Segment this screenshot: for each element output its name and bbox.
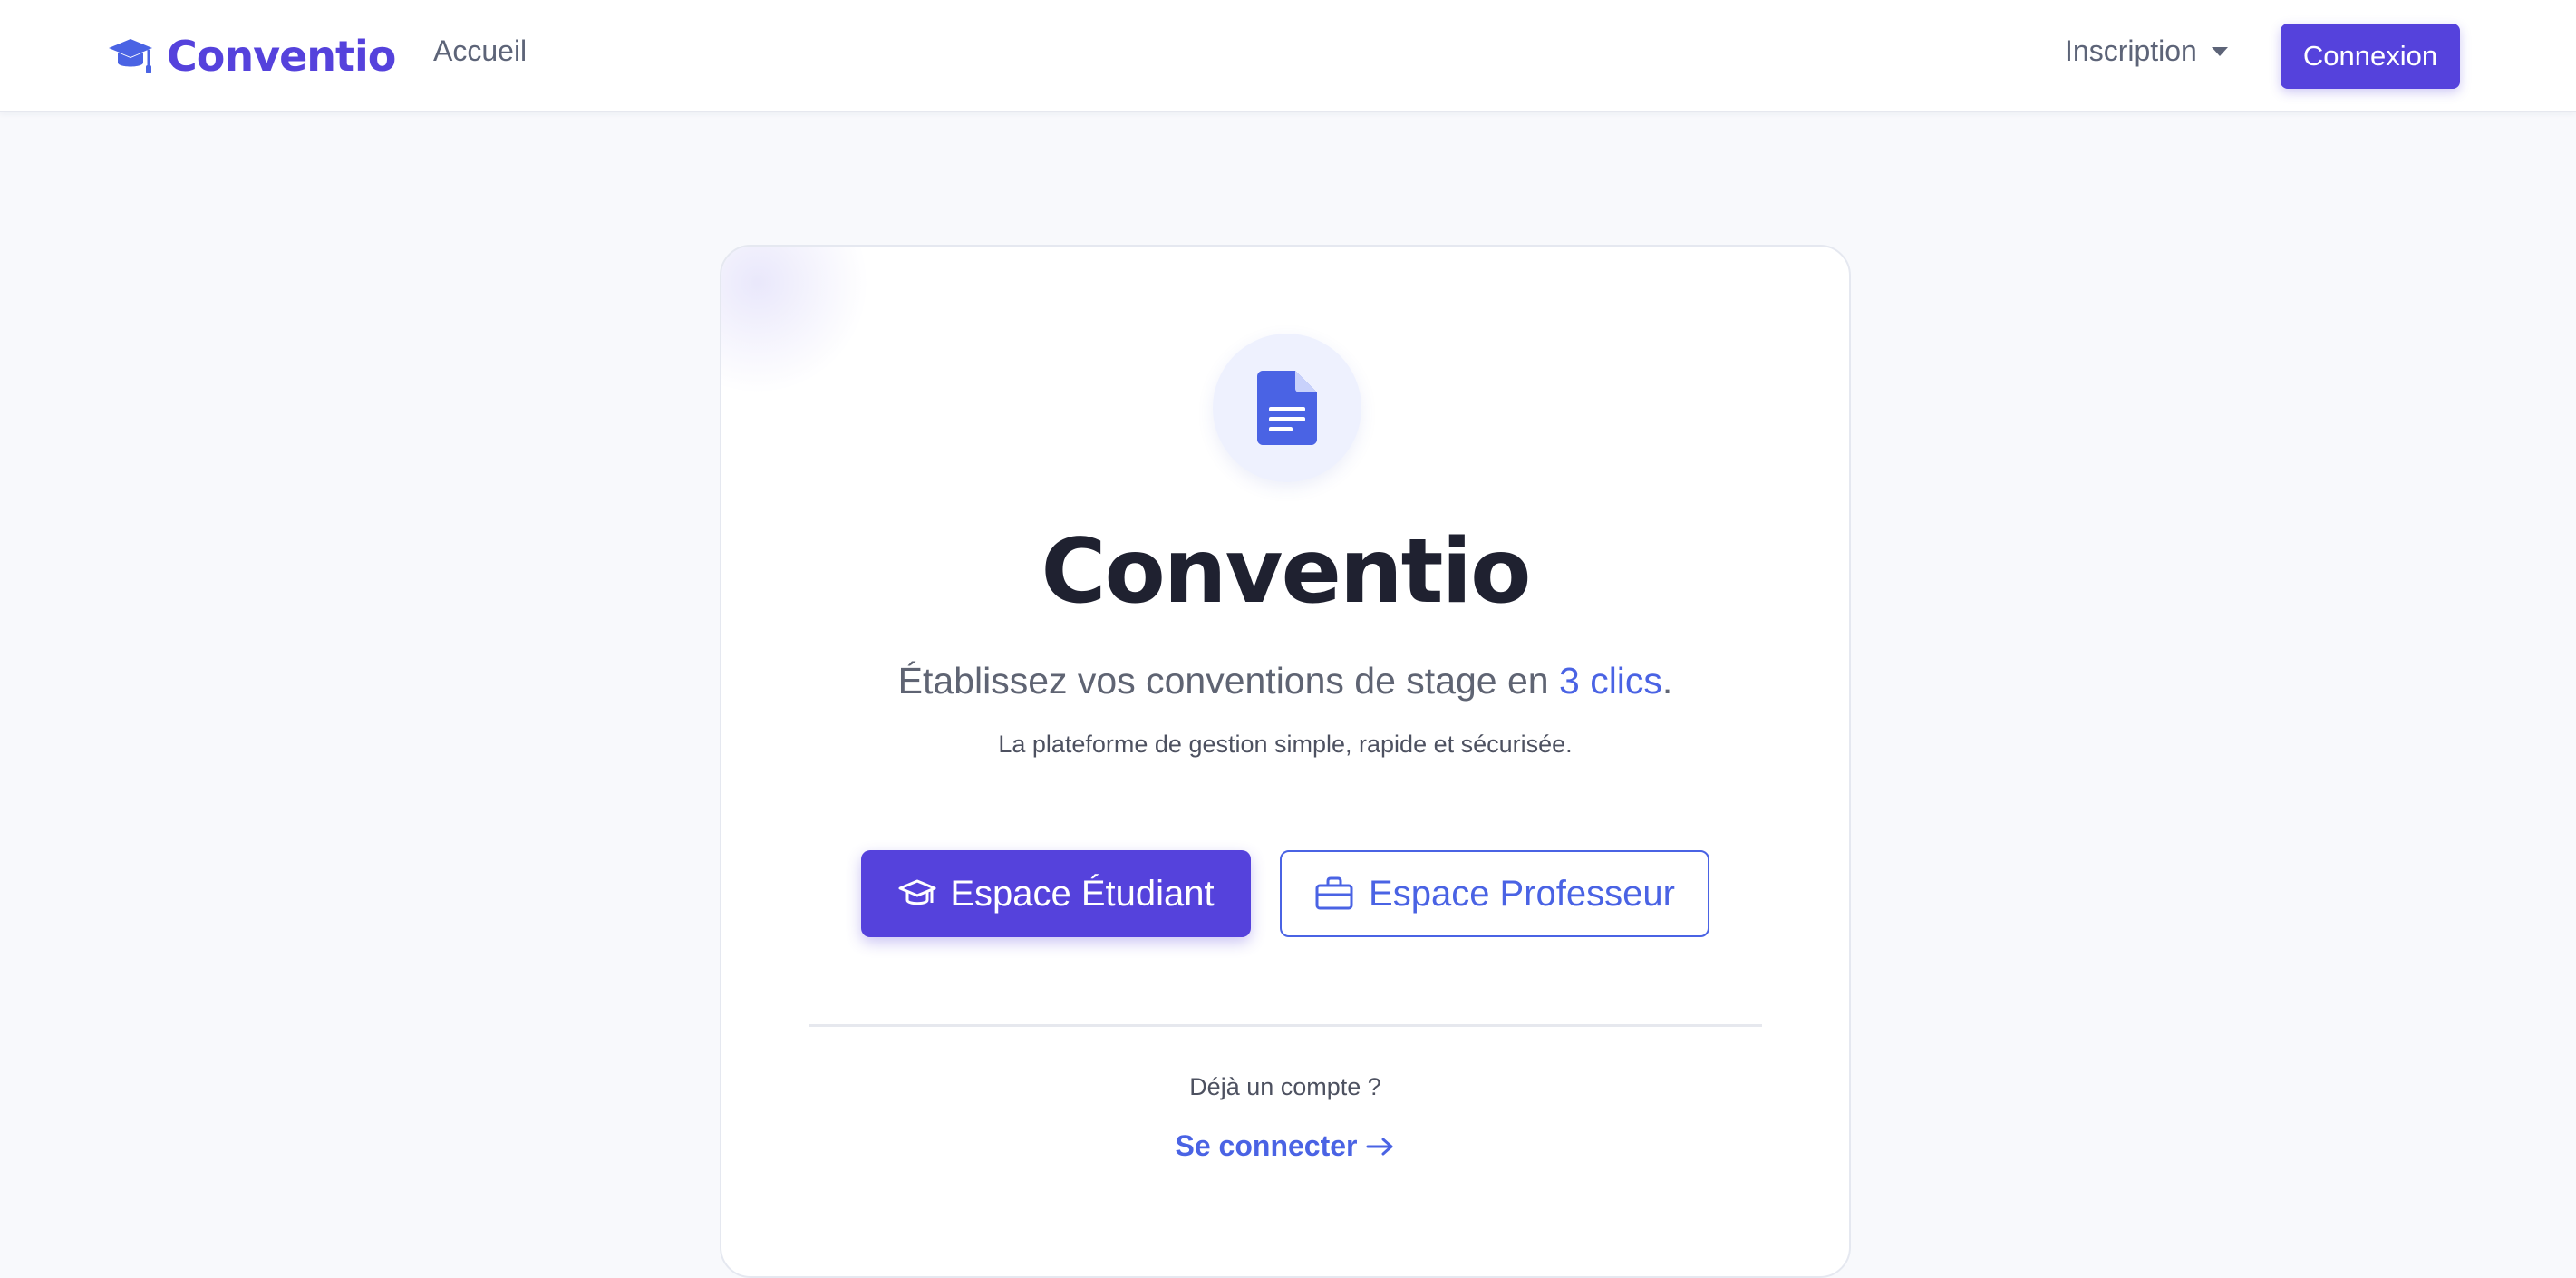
signin-link-label: Se connecter: [1175, 1129, 1358, 1162]
briefcase-icon: [1315, 876, 1353, 910]
top-navbar: Conventio Accueil Inscription Connexion: [0, 0, 2576, 112]
graduation-cap-icon: [109, 39, 152, 73]
decorative-glow: [721, 247, 867, 392]
have-account-text: Déjà un compte ?: [1189, 1073, 1381, 1100]
tagline-prefix: Établissez vos conventions de stage en: [897, 660, 1559, 702]
hero-title: Conventio: [1041, 520, 1532, 624]
brand-logo-link[interactable]: Conventio: [107, 27, 396, 85]
document-icon: [1257, 371, 1317, 445]
graduation-cap-icon: [898, 879, 936, 905]
tagline-suffix: .: [1661, 660, 1673, 702]
student-space-label: Espace Étudiant: [950, 873, 1215, 914]
tagline-accent: 3 clics: [1559, 660, 1662, 702]
nav-home-link[interactable]: Accueil: [433, 34, 527, 68]
signin-link[interactable]: Se connecter: [721, 1129, 1849, 1163]
welcome-card: Conventio Établissez vos conventions de …: [720, 245, 1851, 1278]
divider: [809, 1024, 1762, 1027]
login-button[interactable]: Connexion: [2281, 24, 2460, 89]
hero-tagline: Établissez vos conventions de stage en 3…: [721, 660, 1849, 702]
caret-down-icon: [2211, 46, 2228, 56]
professor-space-label: Espace Professeur: [1369, 873, 1675, 914]
professor-space-button[interactable]: Espace Professeur: [1280, 850, 1709, 937]
arrow-right-icon: [1366, 1138, 1393, 1155]
student-space-button[interactable]: Espace Étudiant: [861, 850, 1251, 937]
brand-name: Conventio: [167, 32, 396, 81]
signup-dropdown-label: Inscription: [2065, 34, 2197, 67]
document-icon-badge: [1213, 334, 1361, 482]
signup-dropdown[interactable]: Inscription: [2065, 34, 2228, 68]
hero-subtagline: La plateforme de gestion simple, rapide …: [998, 731, 1573, 758]
